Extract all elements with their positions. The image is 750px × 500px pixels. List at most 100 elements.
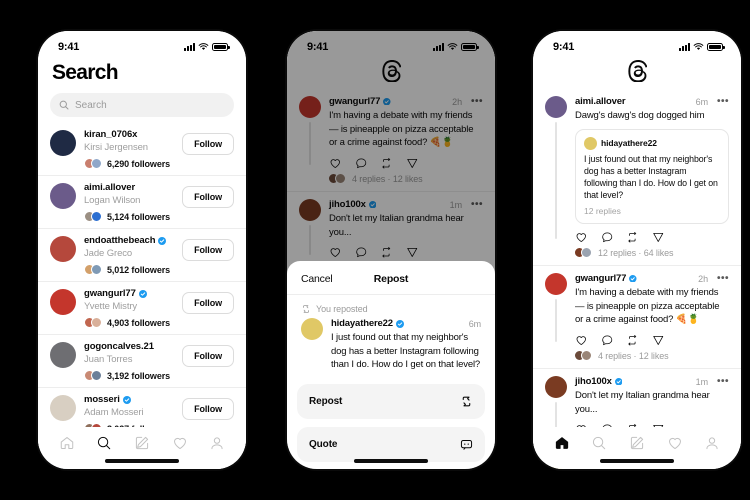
tab-home[interactable] xyxy=(59,435,75,451)
avatar[interactable] xyxy=(50,236,76,262)
username-text: gogoncalves.21 xyxy=(84,341,154,352)
follower-avatars xyxy=(84,158,102,169)
post-replies-likes: 12 replies · 64 likes xyxy=(598,247,674,258)
post-timestamp: 1m xyxy=(695,376,708,387)
status-icons xyxy=(184,43,230,51)
post-action-row xyxy=(575,334,729,347)
repost-action-sheet: Cancel Repost You reposted hidayathere22 xyxy=(287,261,495,469)
follower-count: 6,290 followers xyxy=(107,158,171,169)
cancel-button[interactable]: Cancel xyxy=(301,273,333,285)
screenshot-stage: 9:41 Search Search kiran_0706x Kirsi Jer… xyxy=(0,0,750,500)
post-meta-row[interactable]: 12 replies · 64 likes xyxy=(574,247,729,258)
follow-button[interactable]: Follow xyxy=(182,186,234,208)
user-suggestion-row[interactable]: gwangurl77 Yvette Mistry 4,903 followers Fo… xyxy=(38,282,246,335)
wifi-icon xyxy=(693,43,704,50)
tab-search[interactable] xyxy=(591,435,607,451)
user-username: aimi.allover xyxy=(84,182,182,194)
follow-button[interactable]: Follow xyxy=(182,398,234,420)
sheet-post-body: hidayathere22 6m I just found out that m… xyxy=(323,318,481,372)
reposted-label: You reposted xyxy=(316,304,368,314)
follower-avatars xyxy=(574,350,592,361)
user-info: kiran_0706x Kirsi Jergensen 6,290 follower… xyxy=(76,129,182,169)
avatar[interactable] xyxy=(50,342,76,368)
share-button[interactable] xyxy=(652,231,665,244)
username-text: mosseri xyxy=(84,394,120,405)
battery-icon xyxy=(707,43,725,51)
follower-count: 5,012 followers xyxy=(107,264,171,275)
user-info: endoatthebeach Jade Greco 5,012 followers xyxy=(76,235,182,275)
quote-button[interactable]: Quote xyxy=(297,426,485,462)
post-more-options-icon[interactable]: ••• xyxy=(717,96,729,106)
post-username: aimi.allover xyxy=(575,96,626,107)
home-indicator xyxy=(105,459,179,463)
avatar[interactable] xyxy=(50,395,76,421)
avatar[interactable] xyxy=(545,96,567,118)
avatar[interactable] xyxy=(50,130,76,156)
sheet-post-username: hidayathere22 xyxy=(331,318,393,329)
username-text: kiran_0706x xyxy=(84,129,138,140)
follow-button[interactable]: Follow xyxy=(182,292,234,314)
status-bar: 9:41 xyxy=(38,31,246,57)
tab-heart[interactable] xyxy=(172,435,188,451)
post-header: aimi.allover 6m ••• xyxy=(575,96,729,107)
sheet-quoted-post: hidayathere22 6m I just found out that m… xyxy=(287,316,495,378)
follow-button[interactable]: Follow xyxy=(182,133,234,155)
share-icon xyxy=(652,232,663,242)
verified-badge-icon xyxy=(614,377,623,386)
tab-profile[interactable] xyxy=(704,435,720,451)
post-meta-row[interactable]: 4 replies · 12 likes xyxy=(574,350,729,361)
repost-button[interactable] xyxy=(626,334,639,347)
status-time: 9:41 xyxy=(58,41,80,53)
tab-compose[interactable] xyxy=(629,435,645,451)
follower-count-row: 3,192 followers xyxy=(84,370,182,381)
quoted-post-card[interactable]: hidayathere22 I just found out that my ne… xyxy=(575,128,729,224)
share-button[interactable] xyxy=(652,334,665,347)
home-indicator xyxy=(354,459,428,463)
avatar[interactable] xyxy=(50,183,76,209)
tab-heart[interactable] xyxy=(667,435,683,451)
tab-search[interactable] xyxy=(96,435,112,451)
tab-compose[interactable] xyxy=(134,435,150,451)
search-placeholder: Search xyxy=(75,99,107,111)
verified-badge-icon xyxy=(629,274,637,283)
user-username: endoatthebeach xyxy=(84,235,182,247)
follower-avatars xyxy=(84,264,102,275)
search-input[interactable]: Search xyxy=(50,93,234,117)
post-header: gwangurl77 2h ••• xyxy=(575,273,729,284)
repost-button[interactable]: Repost xyxy=(297,383,485,419)
user-info: gogoncalves.21 Juan Torres 3,192 followers xyxy=(76,341,182,381)
user-suggestion-row[interactable]: kiran_0706x Kirsi Jergensen 6,290 follower… xyxy=(38,123,246,176)
repost-button-label: Repost xyxy=(309,395,343,407)
avatar[interactable] xyxy=(50,289,76,315)
follower-avatars xyxy=(574,247,592,258)
user-info: gwangurl77 Yvette Mistry 4,903 followers xyxy=(76,288,182,328)
repost-button[interactable] xyxy=(626,231,639,244)
user-suggestion-row[interactable]: aimi.allover Logan Wilson 5,124 followers F… xyxy=(38,176,246,229)
quote-button-label: Quote xyxy=(309,438,338,450)
post-timestamp: 6m xyxy=(695,96,708,107)
reply-button[interactable] xyxy=(601,334,614,347)
user-username: gogoncalves.21 xyxy=(84,341,182,353)
reply-icon xyxy=(601,334,612,345)
heart-button[interactable] xyxy=(575,334,588,347)
reply-button[interactable] xyxy=(601,231,614,244)
sheet-post-header: hidayathere22 6m xyxy=(331,318,481,329)
avatar[interactable] xyxy=(545,273,567,295)
feed-post[interactable]: gwangurl77 2h ••• I'm having a debate with … xyxy=(533,266,741,369)
heart-icon xyxy=(576,335,586,345)
post-more-options-icon[interactable]: ••• xyxy=(717,376,729,386)
compose-icon xyxy=(135,436,149,450)
heart-button[interactable] xyxy=(575,231,588,244)
post-more-options-icon[interactable]: ••• xyxy=(717,273,729,283)
feed-post[interactable]: aimi.allover 6m ••• Dawg's dawg's dog dogge… xyxy=(533,89,741,266)
follow-button[interactable]: Follow xyxy=(182,345,234,367)
quoted-post-username: hidayathere22 xyxy=(601,138,657,148)
search-icon xyxy=(98,436,111,450)
user-suggestion-row[interactable]: gogoncalves.21 Juan Torres 3,192 followers… xyxy=(38,335,246,388)
tab-home[interactable] xyxy=(554,435,570,451)
tab-profile[interactable] xyxy=(209,435,225,451)
quoted-post-header: hidayathere22 xyxy=(584,136,720,150)
user-suggestion-row[interactable]: endoatthebeach Jade Greco 5,012 followers F… xyxy=(38,229,246,282)
avatar[interactable] xyxy=(545,376,567,398)
follow-button[interactable]: Follow xyxy=(182,239,234,261)
